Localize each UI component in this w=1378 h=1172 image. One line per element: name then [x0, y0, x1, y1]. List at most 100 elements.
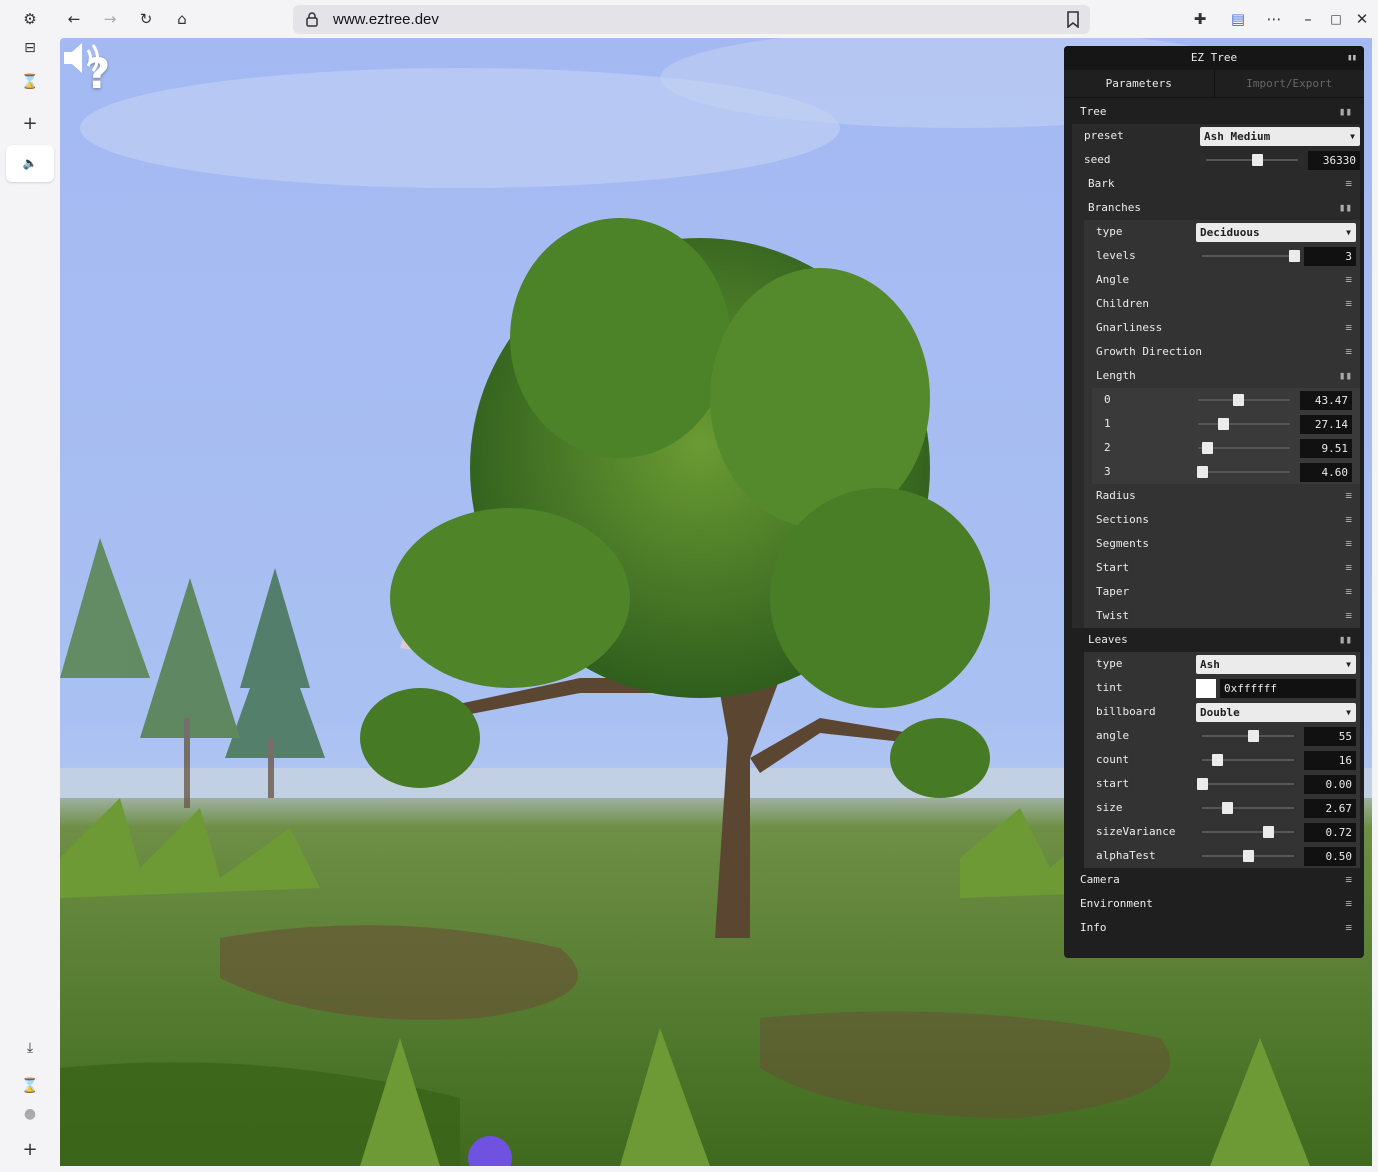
slider-knob[interactable] — [1211, 754, 1223, 766]
dropdown-arrow-icon: ▼ — [1350, 132, 1355, 141]
shield-icon[interactable]: ● — [20, 1104, 40, 1124]
folder-label: Bark — [1088, 177, 1115, 190]
collapse-toggle-icon: ▮▮ — [1338, 201, 1352, 214]
sidebar-active-tab[interactable]: 🔈 — [6, 145, 54, 182]
row-length-3: 3 4.60 — [1092, 460, 1360, 484]
length-slider[interactable] — [1198, 442, 1290, 454]
length-slider[interactable] — [1198, 394, 1290, 406]
leaf-param-number-input[interactable]: 0.72 — [1304, 823, 1356, 842]
slider-knob[interactable] — [1221, 802, 1233, 814]
folder-title-branches[interactable]: Branches ▮▮ — [1080, 196, 1360, 220]
back-arrow-icon[interactable]: ← — [64, 9, 84, 29]
close-icon[interactable]: ✕ — [1352, 9, 1372, 29]
leaf-param-slider[interactable] — [1202, 730, 1294, 742]
slider-knob[interactable] — [1202, 442, 1214, 454]
tab-import-export[interactable]: Import/Export — [1213, 70, 1365, 97]
folder-title-twist[interactable]: Twist ≡ — [1088, 604, 1360, 628]
tab-parameters[interactable]: Parameters — [1064, 70, 1214, 97]
length-number-input[interactable]: 9.51 — [1300, 439, 1352, 458]
leaf-param-number-input[interactable]: 2.67 — [1304, 799, 1356, 818]
slider-knob[interactable] — [1251, 154, 1263, 166]
leaf-param-number-input[interactable]: 0.50 — [1304, 847, 1356, 866]
folder-title-camera[interactable]: Camera ≡ — [1072, 868, 1360, 892]
length-number-input[interactable]: 43.47 — [1300, 391, 1352, 410]
slider-knob[interactable] — [1196, 466, 1208, 478]
slider-knob[interactable] — [1263, 826, 1275, 838]
seed-number-input[interactable]: 36330 — [1308, 151, 1360, 170]
browser-sidebar: ⊟ ⌛ + 🔈 ⤓ ⌛ ● + — [0, 38, 60, 1172]
folder-title-environment[interactable]: Environment ≡ — [1072, 892, 1360, 916]
folder-title-gnarliness[interactable]: Gnarliness ≡ — [1088, 316, 1360, 340]
row-preset: preset Ash Medium ▼ — [1072, 124, 1360, 148]
levels-number-input[interactable]: 3 — [1304, 247, 1356, 266]
slider-knob[interactable] — [1217, 418, 1229, 430]
extensions-puzzle-icon[interactable]: ✚ — [1190, 9, 1210, 29]
folder-title-tree[interactable]: Tree ▮▮ — [1072, 100, 1360, 124]
home-icon[interactable]: ⌂ — [172, 9, 192, 29]
download-icon[interactable]: ⤓ — [20, 1038, 40, 1058]
folder-title-start[interactable]: Start ≡ — [1088, 556, 1360, 580]
folder-bark: Bark ≡ — [1072, 172, 1360, 196]
length-number-input[interactable]: 27.14 — [1300, 415, 1352, 434]
leaf-type-select[interactable]: Ash ▼ — [1196, 655, 1356, 674]
leaf-param-number-input[interactable]: 55 — [1304, 727, 1356, 746]
slider-knob[interactable] — [1289, 250, 1300, 262]
new-tab-plus-icon[interactable]: + — [20, 114, 40, 134]
folder-title-angle[interactable]: Angle ≡ — [1088, 268, 1360, 292]
tint-hex-input[interactable]: 0xffffff — [1220, 679, 1356, 698]
forward-arrow-icon[interactable]: → — [100, 9, 120, 29]
leaf-param-number-input[interactable]: 0.00 — [1304, 775, 1356, 794]
seed-slider[interactable] — [1206, 154, 1298, 166]
audio-speaker-icon[interactable] — [60, 38, 106, 78]
folder-leaves: Leaves ▮▮ type Ash ▼ tint 0xffffff billboard… — [1072, 628, 1360, 868]
row-leaf-size: size 2.67 — [1084, 796, 1360, 820]
folder-title-bark[interactable]: Bark ≡ — [1080, 172, 1360, 196]
bookmark-icon[interactable] — [1066, 11, 1080, 28]
folder-title-sections[interactable]: Sections ≡ — [1088, 508, 1360, 532]
folder-title-segments[interactable]: Segments ≡ — [1088, 532, 1360, 556]
folder-title-children[interactable]: Children ≡ — [1088, 292, 1360, 316]
leaf-param-slider[interactable] — [1202, 754, 1294, 766]
length-slider[interactable] — [1198, 418, 1290, 430]
folder-title-taper[interactable]: Taper ≡ — [1088, 580, 1360, 604]
slider-knob[interactable] — [1247, 730, 1259, 742]
slider-knob[interactable] — [1197, 778, 1208, 790]
ez-tree-gui-panel: EZ Tree ▮▮ Parameters Import/Export Tree… — [1064, 46, 1364, 958]
hourglass-icon[interactable]: ⌛ — [20, 72, 40, 92]
length-slider[interactable] — [1196, 466, 1290, 478]
row-seed: seed 36330 — [1072, 148, 1360, 172]
hourglass-icon[interactable]: ⌛ — [20, 1076, 40, 1096]
extension-gear-icon[interactable]: ⚙ — [20, 9, 40, 29]
sidebar-panel-icon[interactable]: ⊟ — [20, 38, 40, 58]
slider-knob[interactable] — [1243, 850, 1254, 862]
leaf-param-number-input[interactable]: 16 — [1304, 751, 1356, 770]
branch-type-select[interactable]: Deciduous ▼ — [1196, 223, 1356, 242]
minimize-icon[interactable]: – — [1298, 9, 1318, 29]
folder-title-length[interactable]: Length ▮▮ — [1088, 364, 1360, 388]
reader-doc-icon[interactable]: ▤ — [1228, 9, 1248, 29]
folder-title-leaves[interactable]: Leaves ▮▮ — [1080, 628, 1360, 652]
reload-icon[interactable]: ↻ — [136, 9, 156, 29]
folder-title-radius[interactable]: Radius ≡ — [1088, 484, 1360, 508]
folder-label: Segments — [1096, 537, 1149, 550]
address-bar[interactable]: www.eztree.dev — [293, 5, 1090, 34]
add-plus-icon[interactable]: + — [20, 1140, 40, 1160]
menu-dots-icon[interactable]: ⋯ — [1264, 9, 1284, 29]
leaf-param-slider[interactable] — [1202, 802, 1294, 814]
slider-knob[interactable] — [1232, 394, 1244, 406]
leaf-param-label: count — [1096, 753, 1130, 766]
gui-title[interactable]: EZ Tree ▮▮ — [1064, 46, 1364, 70]
folder-title-growth-direction[interactable]: Growth Direction ≡ — [1088, 340, 1360, 364]
expand-icon: ≡ — [1345, 513, 1352, 526]
billboard-select[interactable]: Double ▼ — [1196, 703, 1356, 722]
levels-slider[interactable] — [1202, 250, 1300, 262]
leaf-param-slider[interactable] — [1197, 778, 1294, 790]
leaf-param-slider[interactable] — [1202, 850, 1294, 862]
preset-select[interactable]: Ash Medium ▼ — [1200, 127, 1360, 146]
expand-icon: ≡ — [1345, 321, 1352, 334]
tint-color-swatch[interactable] — [1196, 679, 1216, 698]
leaf-param-slider[interactable] — [1202, 826, 1294, 838]
maximize-icon[interactable]: □ — [1326, 9, 1346, 29]
length-number-input[interactable]: 4.60 — [1300, 463, 1352, 482]
folder-title-info[interactable]: Info ≡ — [1072, 916, 1360, 940]
